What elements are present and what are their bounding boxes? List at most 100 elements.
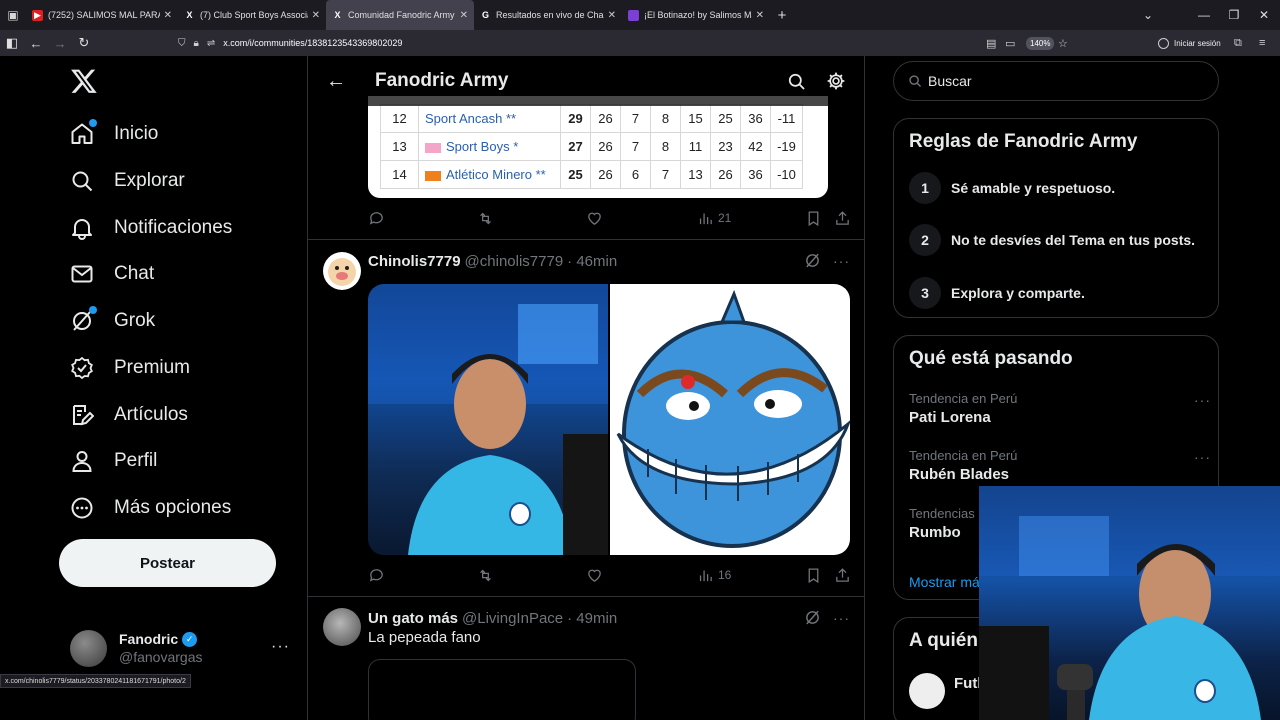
url-text[interactable]: x.com/i/communities/1838123543369802029 bbox=[223, 38, 402, 48]
permissions-icon[interactable]: ⇌ bbox=[207, 38, 215, 49]
browser-tab[interactable]: G Resultados en vivo de Champio ✕ bbox=[474, 0, 622, 30]
nav-item-explorar[interactable]: Explorar bbox=[70, 161, 185, 201]
nav-item-articulos[interactable]: Artículos bbox=[70, 395, 188, 435]
retweet-icon[interactable] bbox=[477, 210, 494, 227]
nav-item-grok[interactable]: Grok bbox=[70, 301, 155, 341]
nav-item-notificaciones[interactable]: Notificaciones bbox=[70, 208, 232, 248]
author-name[interactable]: Un gato más bbox=[368, 610, 458, 627]
shield-icon[interactable]: ⛉ bbox=[178, 38, 186, 49]
browser-tab[interactable]: X (7) Club Sport Boys Association ✕ bbox=[178, 0, 326, 30]
divider bbox=[308, 239, 864, 240]
author-handle[interactable]: @chinolis7779 bbox=[465, 253, 564, 270]
x-logo-icon[interactable] bbox=[70, 67, 98, 95]
tweet-actions: 21 bbox=[368, 208, 851, 228]
lock-icon[interactable]: 🔒︎ bbox=[194, 38, 199, 49]
bookmark-icon[interactable] bbox=[805, 210, 822, 227]
views-stat[interactable]: 16 bbox=[697, 567, 731, 584]
new-tab-icon[interactable]: + bbox=[770, 0, 794, 30]
rule-item[interactable]: 1 Sé amable y respetuoso. bbox=[909, 172, 1115, 204]
grok-icon[interactable] bbox=[804, 252, 821, 269]
avatar[interactable] bbox=[909, 673, 945, 709]
chevron-down-icon[interactable]: ⌄ bbox=[1132, 0, 1164, 30]
more-icon[interactable]: ··· bbox=[1194, 392, 1211, 408]
bookmark-icon[interactable] bbox=[805, 567, 822, 584]
sidebar-toggle-icon[interactable]: ◧ bbox=[0, 30, 24, 56]
account-switcher[interactable]: Fanodric ✓ @fanovargas ··· bbox=[70, 626, 290, 670]
back-icon[interactable]: ← bbox=[24, 30, 48, 56]
tweet-time[interactable]: · 49min bbox=[567, 610, 617, 627]
nav-item-inicio[interactable]: Inicio bbox=[70, 114, 158, 154]
nav-item-premium[interactable]: Premium bbox=[70, 348, 190, 388]
forward-icon[interactable]: → bbox=[48, 30, 72, 56]
gear-icon[interactable] bbox=[816, 61, 856, 101]
close-tab-icon[interactable]: ✕ bbox=[756, 10, 764, 21]
grok-icon[interactable] bbox=[804, 609, 821, 626]
trend-item[interactable]: Tendencia en Perú Pati Lorena bbox=[909, 391, 1017, 426]
url-bar[interactable]: ⛉ 🔒︎ ⇌ x.com/i/communities/1838123543369… bbox=[178, 33, 1078, 53]
nav-label: Más opciones bbox=[114, 497, 232, 518]
signin-button[interactable]: Iniciar sesión bbox=[1158, 30, 1221, 56]
views-stat[interactable]: 21 bbox=[697, 210, 731, 227]
avatar[interactable] bbox=[323, 608, 361, 646]
tweet-media[interactable] bbox=[368, 284, 850, 555]
nav-label: Chat bbox=[114, 263, 155, 284]
more-icon[interactable]: ··· bbox=[1194, 449, 1211, 465]
tab-list-icon[interactable]: ▣ bbox=[0, 0, 26, 30]
trend-item[interactable]: Tendencias Rumbo bbox=[909, 506, 975, 541]
zoom-level[interactable]: 140% bbox=[1026, 37, 1055, 50]
minimize-icon[interactable]: — bbox=[1188, 0, 1220, 30]
photo-cartoon[interactable] bbox=[610, 284, 850, 555]
restore-icon[interactable]: ❐ bbox=[1218, 0, 1250, 30]
more-icon[interactable]: ··· bbox=[271, 638, 290, 656]
back-arrow-icon[interactable]: ← bbox=[308, 70, 364, 93]
reply-icon[interactable] bbox=[368, 567, 385, 584]
close-tab-icon[interactable]: ✕ bbox=[312, 10, 320, 21]
tweet-author[interactable]: Chinolis7779 @chinolis7779 · 46min bbox=[368, 251, 617, 271]
close-window-icon[interactable]: ✕ bbox=[1248, 0, 1280, 30]
close-tab-icon[interactable]: ✕ bbox=[608, 10, 616, 21]
browser-tab[interactable]: ▶ (7252) SALIMOS MAL PARADOS ✕ bbox=[26, 0, 178, 30]
rule-item[interactable]: 3 Explora y comparte. bbox=[909, 277, 1085, 309]
search-input[interactable]: Buscar bbox=[893, 61, 1219, 101]
reader-view-icon[interactable]: ▤ bbox=[986, 30, 996, 56]
table-cell: 13 bbox=[380, 132, 419, 161]
show-more-link[interactable]: Mostrar má bbox=[909, 574, 980, 590]
share-icon[interactable] bbox=[834, 567, 851, 584]
trend-item[interactable]: Tendencia en Perú Rubén Blades bbox=[909, 448, 1017, 483]
close-tab-icon[interactable]: ✕ bbox=[164, 10, 172, 21]
tweet-tools: ··· bbox=[804, 609, 850, 626]
tweet-media[interactable] bbox=[368, 659, 636, 720]
nav-item-chat[interactable]: Chat bbox=[70, 254, 154, 294]
nav-item-mas-opciones[interactable]: Más opciones bbox=[70, 488, 231, 528]
tweet-time[interactable]: · 46min bbox=[567, 253, 617, 270]
author-handle[interactable]: @LivingInPace bbox=[462, 610, 563, 627]
photo-streamer[interactable] bbox=[368, 284, 608, 555]
nav-item-perfil[interactable]: Perfil bbox=[70, 441, 157, 481]
table-row: 14 Atlético Minero ** 25 26 6 7 13 26 36… bbox=[380, 160, 803, 189]
avatar[interactable] bbox=[323, 252, 361, 290]
table-cell: 14 bbox=[380, 160, 419, 189]
close-tab-icon[interactable]: ✕ bbox=[460, 10, 468, 21]
retweet-icon[interactable] bbox=[477, 567, 494, 584]
reload-icon[interactable]: ↻ bbox=[72, 30, 96, 56]
more-icon[interactable]: ··· bbox=[833, 253, 850, 269]
extensions-icon[interactable]: ⧉ bbox=[1234, 30, 1242, 56]
search-icon[interactable] bbox=[776, 61, 816, 101]
reply-icon[interactable] bbox=[368, 210, 385, 227]
tweet-author[interactable]: Un gato más @LivingInPace · 49min bbox=[368, 608, 617, 628]
rule-item[interactable]: 2 No te desvíes del Tema en tus posts. bbox=[909, 224, 1195, 256]
star-bookmark-icon[interactable]: ☆ bbox=[1058, 30, 1068, 56]
picture-in-picture-icon[interactable]: ▭ bbox=[1005, 30, 1015, 56]
more-icon[interactable]: ··· bbox=[833, 610, 850, 626]
share-icon[interactable] bbox=[834, 210, 851, 227]
post-button[interactable]: Postear bbox=[59, 539, 276, 587]
browser-tab-active[interactable]: X Comunidad Fanodric Army / X ✕ bbox=[326, 0, 474, 30]
table-cell: 8 bbox=[650, 104, 681, 133]
like-icon[interactable] bbox=[586, 567, 603, 584]
like-icon[interactable] bbox=[586, 210, 603, 227]
menu-icon[interactable]: ≡ bbox=[1259, 30, 1265, 56]
browser-tab[interactable]: ¡El Botinazo! by Salimos Mal Pa ✕ bbox=[622, 0, 770, 30]
notification-dot bbox=[89, 119, 97, 127]
author-name[interactable]: Chinolis7779 bbox=[368, 253, 461, 270]
standings-image[interactable]: 12 Sport Ancash ** 29 26 7 8 15 25 36 -1… bbox=[368, 96, 828, 198]
